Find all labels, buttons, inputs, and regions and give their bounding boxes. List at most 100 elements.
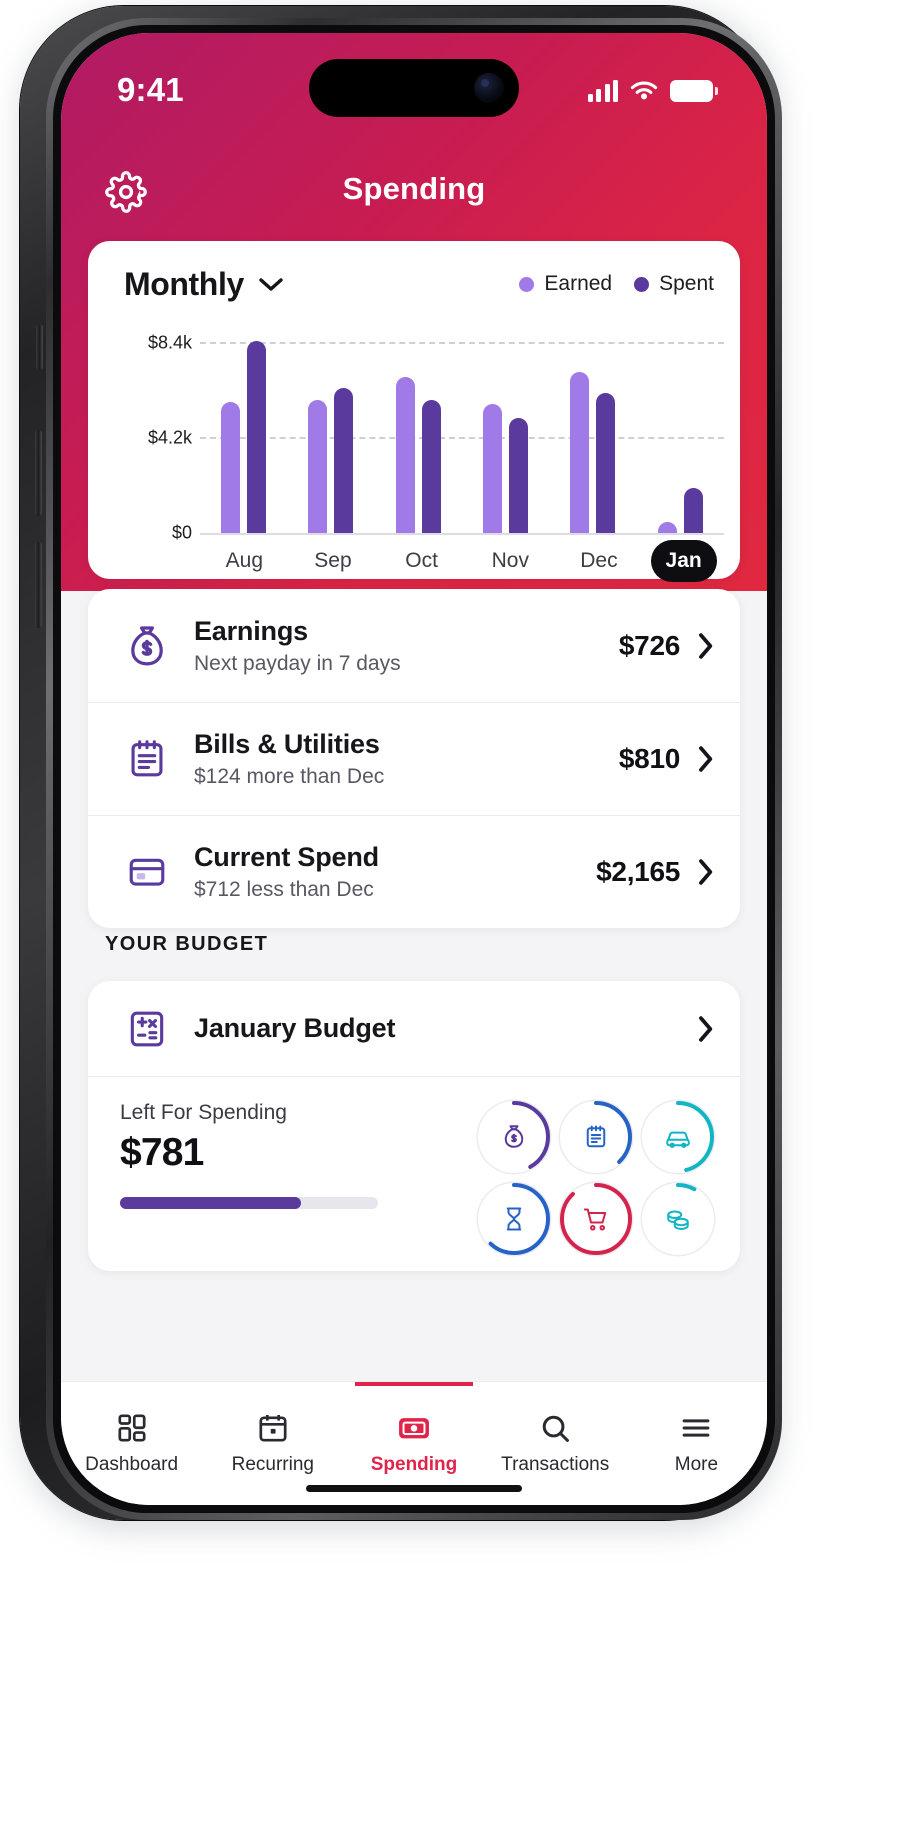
bar-earned <box>308 399 328 533</box>
screenshot-root: 9:41 Spending Monthly Earned Spent $0 $4… <box>0 0 900 1840</box>
summary-row-earnings[interactable]: Earnings Next payday in 7 days $726 <box>88 589 740 702</box>
search-icon <box>542 1415 570 1442</box>
cellular-bars-icon <box>587 80 618 102</box>
summary-row-current-spend[interactable]: Current Spend $712 less than Dec $2,165 <box>88 815 740 928</box>
legend-item-spent: Spent <box>634 272 714 296</box>
category-rings <box>478 1101 714 1255</box>
progress-arc <box>560 1183 632 1255</box>
chart-baseline <box>200 533 724 535</box>
bar-group[interactable] <box>570 327 616 533</box>
bill-clipboard-icon <box>118 730 176 788</box>
front-camera-icon <box>474 73 504 103</box>
nav-bar: Spending <box>61 157 767 231</box>
progress-arc <box>642 1183 714 1255</box>
budget-progress-track <box>120 1197 378 1209</box>
budget-card-title: January Budget <box>194 1013 396 1043</box>
summary-subtitle: $712 less than Dec <box>194 878 374 901</box>
left-for-spending-label: Left For Spending <box>120 1101 287 1124</box>
bills-ring[interactable] <box>560 1101 632 1173</box>
period-selector[interactable]: Monthly <box>124 266 284 303</box>
summary-amount: $2,165 <box>596 856 680 887</box>
legend-item-earned: Earned <box>519 272 612 296</box>
left-for-spending-block: Left For Spending $781 <box>120 1101 478 1255</box>
y-tick-label: $0 <box>171 522 192 543</box>
progress-arc <box>478 1101 550 1173</box>
summary-title: Current Spend <box>194 842 379 872</box>
chevron-right-icon <box>699 859 713 885</box>
bar-spent <box>596 392 616 533</box>
tab-more[interactable]: More <box>626 1382 767 1505</box>
y-axis-labels: $0 $4.2k $8.4k <box>88 327 192 543</box>
chevron-down-icon <box>259 278 283 291</box>
legend-dot-earned <box>519 276 535 292</box>
hamburger-menu-icon <box>683 1419 710 1437</box>
summary-subtitle: $124 more than Dec <box>194 765 385 788</box>
summary-amount: $810 <box>618 743 680 774</box>
your-budget-heading: YOUR BUDGET <box>105 933 269 955</box>
volume-down-button[interactable] <box>35 542 42 628</box>
status-time: 9:41 <box>117 71 184 108</box>
spending-chart-card: Monthly Earned Spent $0 $4.2k $8.4k Aug … <box>88 241 740 582</box>
wifi-icon <box>630 81 658 100</box>
budget-body: Left For Spending $781 <box>88 1077 740 1255</box>
summary-row-bills[interactable]: Bills & Utilities $124 more than Dec $81… <box>88 702 740 815</box>
phone-frame: 9:41 Spending Monthly Earned Spent $0 $4… <box>20 6 782 1520</box>
left-for-spending-amount: $781 <box>120 1131 204 1174</box>
x-tick-oct[interactable]: Oct <box>385 549 459 573</box>
bar-group[interactable] <box>221 327 267 533</box>
spending-summary-list: Earnings Next payday in 7 days $726 Bill… <box>88 589 740 928</box>
summary-text: Current Spend $712 less than Dec <box>176 842 596 902</box>
budget-card: January Budget Left For Spending $781 <box>88 981 740 1271</box>
home-indicator <box>306 1485 522 1492</box>
summary-subtitle: Next payday in 7 days <box>194 651 401 675</box>
chevron-right-icon <box>699 746 713 772</box>
banknote-icon <box>399 1418 429 1439</box>
bar-earned <box>395 376 415 533</box>
x-tick-nov[interactable]: Nov <box>473 549 547 573</box>
tab-dashboard[interactable]: Dashboard <box>61 1382 202 1505</box>
x-tick-jan[interactable]: Jan <box>650 540 717 582</box>
bar-spent <box>683 487 703 533</box>
chart-bars <box>200 327 724 533</box>
january-budget-row[interactable]: January Budget <box>88 981 740 1077</box>
tab-label: Dashboard <box>85 1454 179 1475</box>
phone-screen: 9:41 Spending Monthly Earned Spent $0 $4… <box>61 33 767 1505</box>
savings-ring[interactable] <box>478 1183 550 1255</box>
x-tick-aug[interactable]: Aug <box>207 549 281 573</box>
volume-up-button[interactable] <box>35 430 42 516</box>
summary-text: Bills & Utilities $124 more than Dec <box>176 729 619 789</box>
bar-group[interactable] <box>308 327 354 533</box>
bar-earned <box>570 372 590 533</box>
tab-label: Transactions <box>501 1454 610 1475</box>
progress-arc <box>560 1101 632 1173</box>
groceries-ring[interactable] <box>560 1183 632 1255</box>
transport-ring[interactable] <box>642 1101 714 1173</box>
legend-label-spent: Spent <box>659 272 714 295</box>
bar-spent <box>334 388 354 533</box>
x-tick-dec[interactable]: Dec <box>562 549 636 573</box>
progress-arc <box>478 1183 550 1255</box>
chart-header: Monthly Earned Spent <box>88 241 740 327</box>
money-bag-ring[interactable] <box>478 1101 550 1173</box>
other-ring[interactable] <box>642 1183 714 1255</box>
summary-title: Earnings <box>194 615 308 646</box>
bar-earned <box>483 404 503 533</box>
money-bag-icon <box>118 617 176 675</box>
period-label: Monthly <box>124 265 244 302</box>
silent-switch[interactable] <box>36 324 43 370</box>
battery-icon <box>670 80 718 102</box>
bar-group[interactable] <box>483 327 529 533</box>
bottom-tab-bar: Dashboard Recurring Spending Transaction… <box>61 1381 767 1505</box>
bar-group[interactable] <box>657 327 703 533</box>
dashboard-grid-icon <box>118 1414 146 1442</box>
x-tick-sep[interactable]: Sep <box>296 549 370 573</box>
chevron-right-icon <box>699 1015 713 1042</box>
chevron-right-icon <box>699 632 713 659</box>
tab-label: Recurring <box>231 1454 314 1475</box>
progress-arc <box>642 1101 714 1173</box>
bar-group[interactable] <box>395 327 441 533</box>
y-tick-label: $4.2k <box>147 427 192 448</box>
y-tick-label: $8.4k <box>147 332 192 353</box>
tab-label: More <box>674 1454 719 1475</box>
calendar-icon <box>259 1414 287 1442</box>
